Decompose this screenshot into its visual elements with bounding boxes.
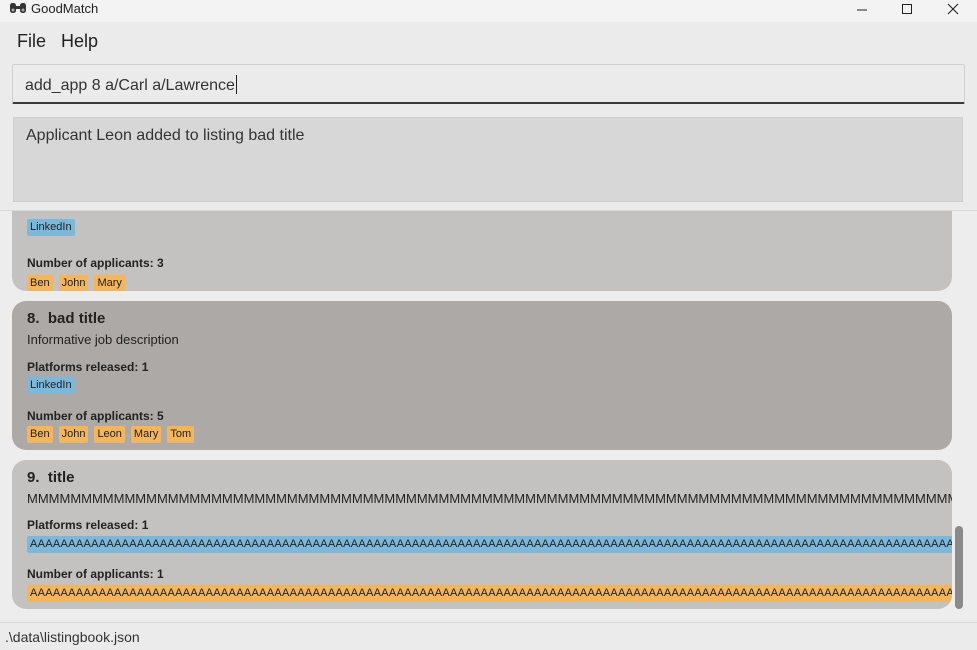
command-input[interactable]: add_app 8 a/Carl a/Lawrence [12, 64, 965, 104]
menu-bar: File Help [0, 22, 977, 60]
applicants-count: Number of applicants: 1 [27, 567, 164, 581]
listing-list[interactable]: LinkedIn Number of applicants: 3 Ben Joh… [0, 210, 977, 622]
applicant-tag: Leon [94, 426, 125, 443]
listing-description: Informative job description [27, 332, 179, 347]
command-input-text: add_app 8 a/Carl a/Lawrence [25, 77, 235, 94]
result-display: Applicant Leon added to listing bad titl… [13, 117, 963, 202]
listing-title: 8. bad title [27, 310, 105, 327]
binoculars-icon [10, 3, 26, 13]
menu-file[interactable]: File [17, 31, 46, 52]
listing-description: MMMMMMMMMMMMMMMMMMMMMMMMMMMMMMMMMMMMMMMM… [27, 491, 952, 506]
applicant-tags: Ben John Mary [27, 275, 125, 291]
applicant-tag: AAAAAAAAAAAAAAAAAAAAAAAAAAAAAAAAAAAAAAAA… [27, 585, 952, 602]
minimize-icon [857, 9, 867, 11]
applicants-count: Number of applicants: 5 [27, 409, 164, 423]
maximize-button[interactable] [884, 0, 930, 18]
applicant-tag: Mary [94, 275, 125, 291]
listing-title-text: title [47, 469, 75, 486]
window-title: GoodMatch [31, 1, 99, 16]
close-button[interactable] [930, 0, 976, 18]
applicant-tag: John [58, 275, 89, 291]
platforms-count: Platforms released: 1 [27, 360, 149, 374]
platform-tag: AAAAAAAAAAAAAAAAAAAAAAAAAAAAAAAAAAAAAAAA… [27, 536, 952, 553]
command-area: add_app 8 a/Carl a/Lawrence Applicant Le… [0, 60, 977, 210]
applicant-tag: Tom [167, 426, 195, 443]
applicant-tags: Ben John Leon Mary Tom [27, 426, 195, 443]
platform-tags: LinkedIn [27, 219, 75, 236]
platforms-count: Platforms released: 1 [27, 518, 149, 532]
platform-tags: AAAAAAAAAAAAAAAAAAAAAAAAAAAAAAAAAAAAAAAA… [27, 536, 952, 553]
menu-help[interactable]: Help [61, 31, 98, 52]
platform-tags: LinkedIn [27, 377, 75, 394]
platform-tag: LinkedIn [27, 377, 75, 394]
applicant-tag: Mary [130, 426, 162, 443]
applicant-tag: Ben [27, 426, 53, 443]
listing-title: 9. title [27, 469, 75, 486]
text-caret [235, 75, 237, 94]
minimize-button[interactable] [839, 0, 885, 18]
listing-index: 9. [27, 469, 40, 486]
listing-title-text: bad title [47, 310, 106, 327]
status-bar: .\data\listingbook.json [0, 622, 977, 650]
data-file-path: .\data\listingbook.json [5, 629, 140, 645]
applicant-tag: Ben [27, 275, 53, 291]
listing-index: 8. [27, 310, 40, 327]
platform-tag: LinkedIn [27, 219, 75, 236]
applicant-tag: John [58, 426, 89, 443]
applicant-tags: AAAAAAAAAAAAAAAAAAAAAAAAAAAAAAAAAAAAAAAA… [27, 585, 952, 602]
title-bar: GoodMatch [0, 0, 977, 22]
close-icon [947, 3, 959, 15]
maximize-icon [902, 4, 912, 14]
listing-card[interactable]: LinkedIn Number of applicants: 3 Ben Joh… [12, 211, 952, 291]
result-text: Applicant Leon added to listing bad titl… [26, 127, 305, 144]
listing-card[interactable]: 8. bad title Informative job description… [12, 301, 952, 450]
applicants-count: Number of applicants: 3 [27, 256, 164, 270]
listing-card[interactable]: 9. title MMMMMMMMMMMMMMMMMMMMMMMMMMMMMMM… [12, 460, 952, 609]
scrollbar-thumb[interactable] [955, 526, 963, 609]
